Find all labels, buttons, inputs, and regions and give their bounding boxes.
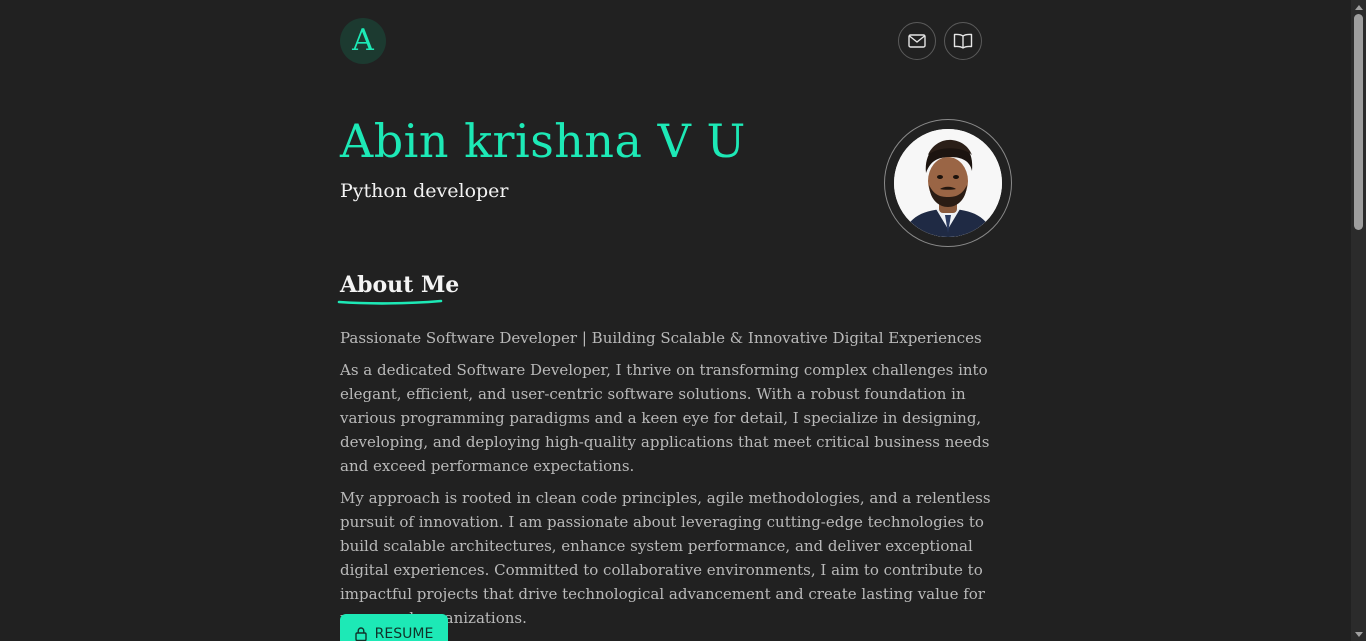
blog-button[interactable]	[944, 22, 982, 60]
profile-role: Python developer	[340, 180, 509, 202]
about-paragraph-1: As a dedicated Software Developer, I thr…	[340, 361, 990, 475]
resume-label: RESUME	[374, 626, 434, 641]
book-open-icon	[953, 33, 973, 49]
title-underline	[337, 299, 443, 305]
about-title: About Me	[340, 272, 460, 298]
about-section: Passionate Software Developer | Building…	[340, 326, 1012, 638]
avatar	[884, 119, 1012, 247]
scrollbar-thumb[interactable]	[1354, 14, 1363, 230]
scroll-down-arrow-icon[interactable]	[1351, 627, 1366, 641]
logo[interactable]: A	[340, 18, 386, 64]
mail-button[interactable]	[898, 22, 936, 60]
resume-button[interactable]: RESUME	[340, 614, 448, 641]
about-tagline: Passionate Software Developer | Building…	[340, 329, 982, 347]
mail-icon	[908, 34, 926, 48]
profile-photo	[894, 129, 1002, 237]
lock-icon	[354, 627, 367, 641]
scroll-up-arrow-icon[interactable]	[1351, 0, 1366, 14]
about-paragraph-2: My approach is rooted in clean code prin…	[340, 489, 991, 627]
profile-name: Abin krishna V U	[340, 114, 746, 168]
scrollbar[interactable]	[1351, 0, 1366, 641]
